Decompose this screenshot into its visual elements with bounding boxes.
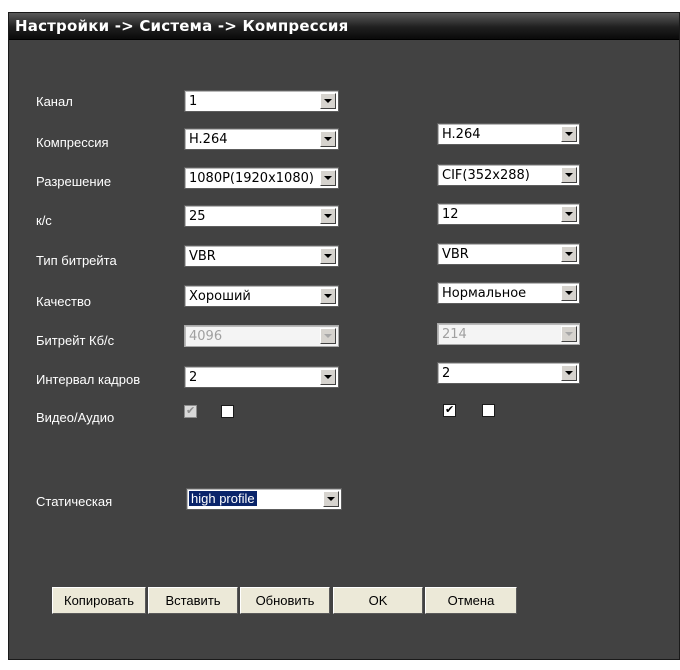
- paste-button[interactable]: Вставить: [148, 587, 238, 614]
- extra-frame-interval-value: 2: [442, 366, 451, 381]
- extra-bitrate-select: 214: [437, 323, 580, 345]
- checkmark-icon: ✔: [445, 403, 455, 416]
- chevron-down-icon[interactable]: [320, 131, 336, 147]
- page-title: Настройки -> Система -> Компрессия: [15, 17, 349, 35]
- extra-quality-select[interactable]: Нормальное: [437, 282, 580, 304]
- chevron-down-icon[interactable]: [320, 208, 336, 224]
- main-bitrate-value: 4096: [189, 329, 223, 344]
- main-resolution-select[interactable]: 1080P(1920x1080): [184, 167, 339, 189]
- main-frame-interval-select[interactable]: 2: [184, 366, 339, 388]
- label-quality: Качество: [36, 294, 91, 309]
- chevron-down-icon[interactable]: [561, 167, 577, 183]
- label-fps: к/с: [36, 213, 52, 228]
- copy-button[interactable]: Копировать: [52, 587, 146, 614]
- main-compression-value: H.264: [189, 132, 228, 147]
- chevron-down-icon[interactable]: [320, 93, 336, 109]
- main-fps-select[interactable]: 25: [184, 205, 339, 227]
- channel-select[interactable]: 1: [184, 90, 339, 112]
- chevron-down-icon[interactable]: [320, 369, 336, 385]
- main-audio-checkbox[interactable]: [221, 405, 234, 418]
- extra-resolution-select[interactable]: CIF(352x288): [437, 164, 580, 186]
- extra-frame-interval-select[interactable]: 2: [437, 362, 580, 384]
- chevron-down-icon[interactable]: [323, 491, 339, 507]
- main-resolution-value: 1080P(1920x1080): [189, 171, 314, 186]
- main-fps-value: 25: [189, 209, 206, 224]
- ok-button[interactable]: OK: [333, 587, 423, 614]
- extra-bitrate-type-value: VBR: [442, 247, 469, 262]
- extra-fps-value: 12: [442, 207, 459, 222]
- extra-compression-select[interactable]: H.264: [437, 123, 580, 145]
- extra-audio-checkbox[interactable]: [482, 404, 495, 417]
- main-quality-value: Хороший: [189, 289, 251, 304]
- chevron-down-icon[interactable]: [320, 248, 336, 264]
- main-bitrate-select: 4096: [184, 325, 339, 347]
- extra-video-checkbox[interactable]: ✔: [443, 403, 456, 417]
- label-channel: Канал: [36, 94, 73, 109]
- main-quality-select[interactable]: Хороший: [184, 285, 339, 307]
- channel-value: 1: [189, 94, 198, 109]
- chevron-down-icon[interactable]: [561, 246, 577, 262]
- label-bitrate: Битрейт Кб/с: [36, 333, 115, 348]
- chevron-down-icon[interactable]: [561, 206, 577, 222]
- extra-compression-value: H.264: [442, 127, 481, 142]
- chevron-down-icon[interactable]: [320, 170, 336, 186]
- chevron-down-icon: [320, 328, 336, 344]
- label-resolution: Разрешение: [36, 174, 112, 189]
- title-bar: Настройки -> Система -> Компрессия: [9, 13, 679, 40]
- main-bitrate-type-value: VBR: [189, 249, 216, 264]
- label-bitrate-type: Тип битрейта: [36, 253, 117, 268]
- main-bitrate-type-select[interactable]: VBR: [184, 245, 339, 267]
- extra-bitrate-value: 214: [442, 327, 467, 342]
- chevron-down-icon[interactable]: [320, 288, 336, 304]
- main-compression-select[interactable]: H.264: [184, 128, 339, 150]
- chevron-down-icon[interactable]: [561, 365, 577, 381]
- main-video-checkbox: ✔: [184, 404, 197, 418]
- checkmark-icon: ✔: [186, 404, 196, 417]
- refresh-button[interactable]: Обновить: [240, 587, 330, 614]
- extra-fps-select[interactable]: 12: [437, 203, 580, 225]
- chevron-down-icon[interactable]: [561, 126, 577, 142]
- static-profile-value: high profile: [189, 491, 257, 506]
- label-static: Статическая: [36, 494, 113, 509]
- label-compression: Компрессия: [36, 135, 109, 150]
- label-frame-interval: Интервал кадров: [36, 372, 141, 387]
- main-frame-interval-value: 2: [189, 370, 198, 385]
- chevron-down-icon[interactable]: [561, 285, 577, 301]
- label-video-audio: Видео/Аудио: [36, 410, 115, 425]
- extra-resolution-value: CIF(352x288): [442, 168, 530, 183]
- cancel-button[interactable]: Отмена: [425, 587, 517, 614]
- extra-quality-value: Нормальное: [442, 286, 527, 301]
- extra-bitrate-type-select[interactable]: VBR: [437, 243, 580, 265]
- static-profile-select[interactable]: high profile: [186, 488, 342, 510]
- chevron-down-icon: [561, 326, 577, 342]
